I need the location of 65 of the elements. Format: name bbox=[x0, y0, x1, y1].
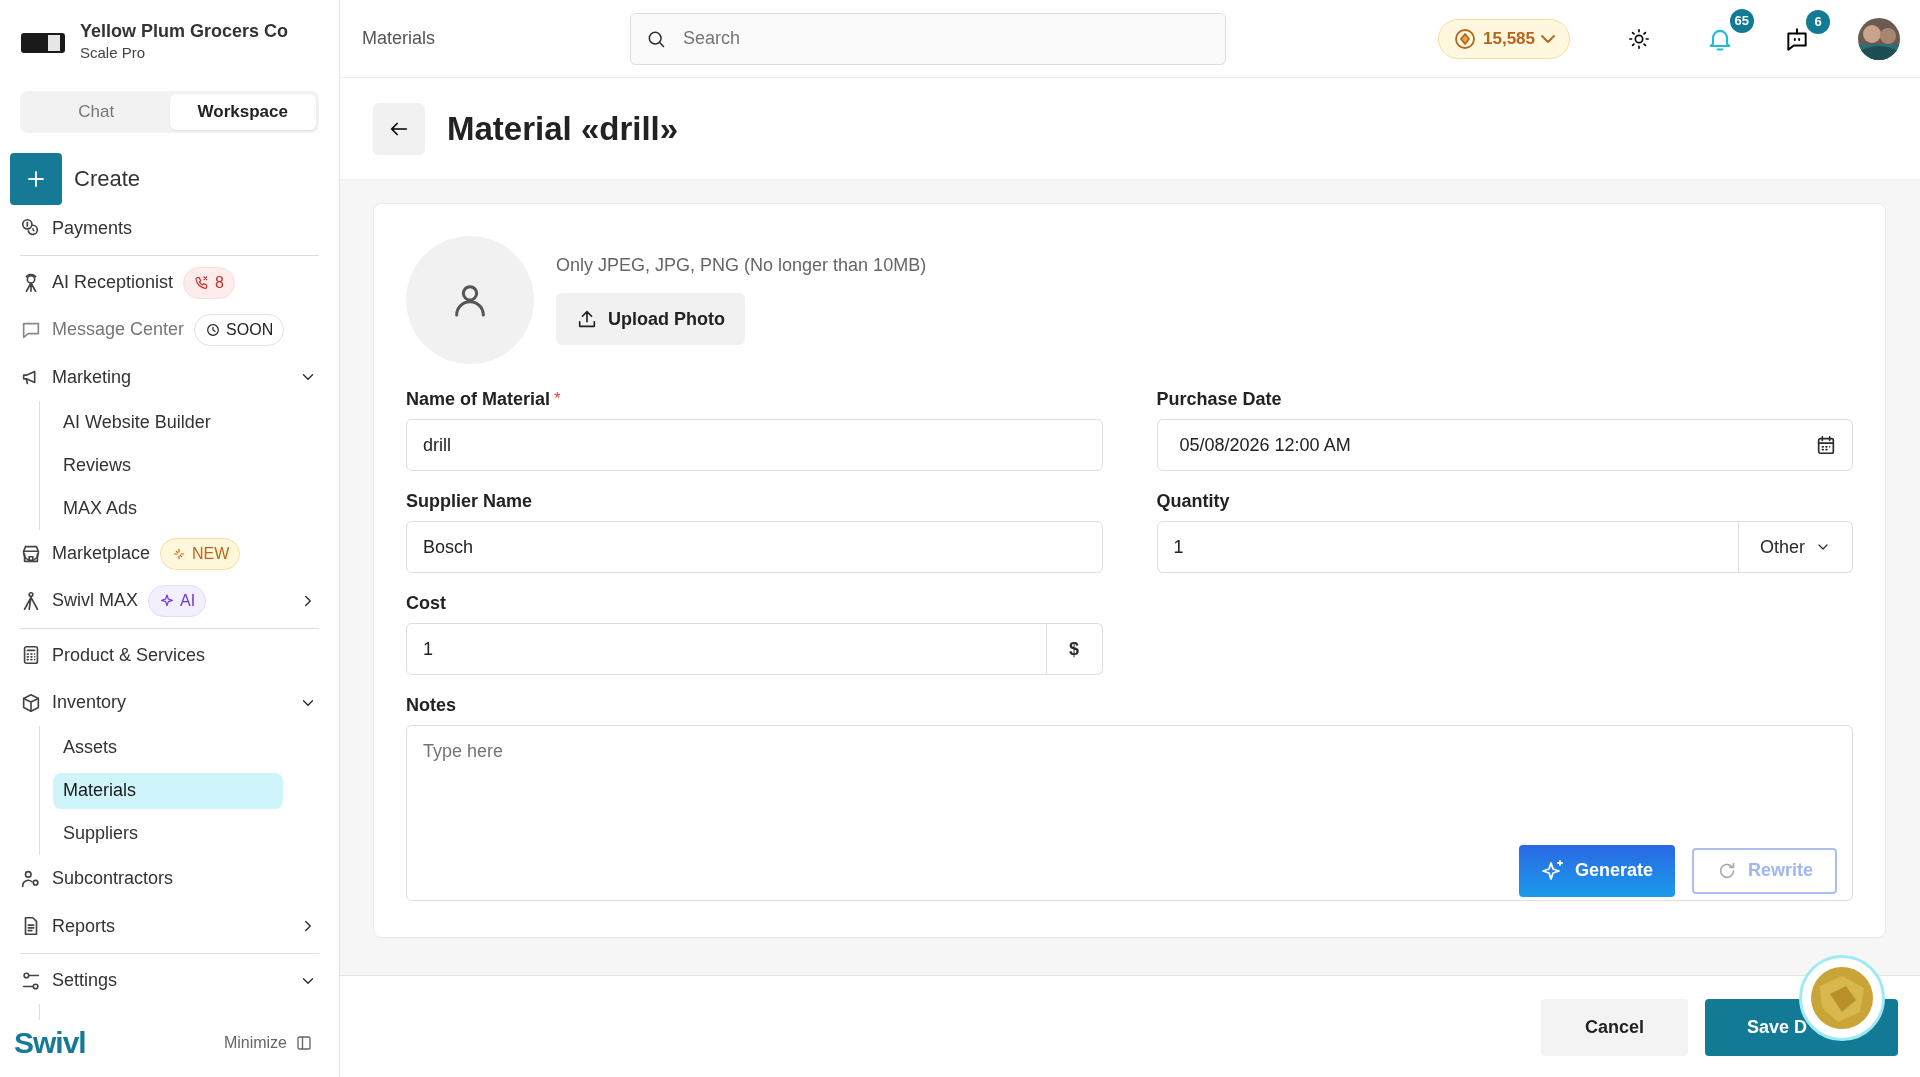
input-field[interactable]: 1 bbox=[1156, 521, 1739, 573]
nav-subitem[interactable]: Materials bbox=[53, 772, 283, 809]
nav-badge: AI bbox=[148, 584, 207, 617]
coin-icon bbox=[1453, 26, 1477, 51]
page-title: Material «drill» bbox=[447, 108, 679, 149]
cube-icon bbox=[20, 691, 42, 714]
company-name: Yellow Plum Grocers Co bbox=[80, 20, 289, 43]
search-field[interactable]: Search bbox=[630, 12, 1226, 65]
brand-logo: Swivl bbox=[14, 1025, 86, 1062]
nav-item[interactable]: Marketing bbox=[52, 363, 132, 391]
nav-item[interactable]: Swivl MAX bbox=[52, 587, 138, 615]
input-field[interactable]: Bosch bbox=[406, 521, 1103, 573]
field-label: Notes bbox=[406, 694, 456, 717]
chevron-down-icon bbox=[1541, 34, 1555, 43]
nav-subitem[interactable]: Suppliers bbox=[53, 815, 283, 852]
nav-item[interactable]: Inventory bbox=[52, 689, 127, 717]
coin-balance[interactable]: 15,585 bbox=[1438, 18, 1570, 59]
nav-subitem[interactable]: AI Website Builder bbox=[53, 404, 283, 441]
nav-item[interactable]: Payments bbox=[52, 214, 133, 242]
unit-select[interactable]: Other bbox=[1739, 521, 1853, 573]
cancel-button[interactable]: Cancel bbox=[1541, 999, 1688, 1056]
field-label: Quantity bbox=[1156, 490, 1230, 513]
photo-hint: Only JPEG, JPG, PNG (No longer than 10MB) bbox=[556, 254, 927, 277]
sparkle-icon bbox=[1540, 858, 1565, 883]
sparkle-icon bbox=[159, 592, 175, 609]
breadcrumb: Materials bbox=[362, 27, 437, 50]
ball-icon bbox=[1810, 966, 1874, 1030]
upload-icon bbox=[576, 308, 598, 330]
minimize-button[interactable]: Minimize bbox=[217, 1029, 319, 1056]
nav-item[interactable]: AI Receptionist bbox=[52, 269, 174, 297]
mode-tab[interactable]: Chat bbox=[23, 94, 170, 130]
message-count: 6 bbox=[1806, 9, 1830, 34]
clock-icon bbox=[205, 322, 222, 338]
notification-count: 65 bbox=[1729, 8, 1754, 33]
field-label: Cost bbox=[406, 592, 446, 615]
plan-name: Scale Pro bbox=[80, 43, 147, 64]
nav-badge: 8 bbox=[183, 266, 235, 299]
nav-item[interactable]: Marketplace bbox=[52, 540, 151, 568]
robot-chat-icon bbox=[1784, 25, 1810, 52]
date-field[interactable]: 05/08/2026 12:00 AM bbox=[1156, 419, 1853, 471]
field-label: Purchase Date bbox=[1156, 388, 1282, 411]
nav-subitem[interactable]: Assets bbox=[53, 729, 283, 766]
field-label: Name of Material bbox=[406, 388, 551, 411]
create-label: Create bbox=[74, 165, 141, 194]
sliders-icon bbox=[20, 969, 42, 992]
sun-icon bbox=[1628, 27, 1650, 50]
currency-addon: $ bbox=[1046, 623, 1103, 675]
nav-item[interactable]: Subcontractors bbox=[52, 865, 174, 893]
sidebar-icon bbox=[295, 1033, 313, 1052]
calendar-icon bbox=[1815, 434, 1837, 456]
nav-subitem[interactable]: Reviews bbox=[53, 447, 283, 484]
input-field[interactable]: 1 bbox=[406, 623, 1047, 675]
nav-item[interactable]: Reports bbox=[52, 912, 116, 940]
nav-subitem[interactable]: MAX Ads bbox=[53, 490, 283, 527]
input-field[interactable]: drill bbox=[406, 419, 1103, 471]
nav-badge: NEW bbox=[160, 537, 241, 570]
nav-item[interactable]: Settings bbox=[52, 967, 118, 995]
create-button[interactable] bbox=[10, 152, 62, 205]
field-label: Supplier Name bbox=[406, 490, 533, 513]
required-mark: * bbox=[554, 388, 561, 410]
nav-item[interactable]: Product & Services bbox=[52, 641, 206, 669]
mode-tab[interactable]: Workspace bbox=[169, 94, 316, 130]
generate-button[interactable]: Generate bbox=[1518, 844, 1675, 897]
upload-button[interactable]: Upload Photo bbox=[556, 293, 745, 345]
nav-badge: SOON bbox=[194, 314, 285, 346]
